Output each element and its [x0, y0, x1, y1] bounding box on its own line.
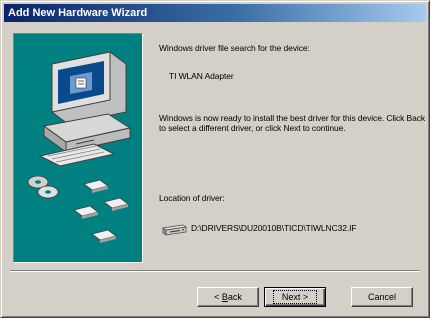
window-title: Add New Hardware Wizard — [8, 7, 148, 19]
back-label-rest: ack — [227, 292, 242, 302]
drive-icon — [161, 223, 187, 237]
back-button[interactable]: < Back — [197, 287, 259, 307]
next-button[interactable]: Next > — [264, 287, 326, 307]
divider — [10, 270, 420, 272]
cancel-button[interactable]: Cancel — [351, 287, 413, 307]
wizard-illustration — [13, 33, 143, 263]
driver-path: D:\DRIVERS\DU20010B\TICD\TIWLNC32.IF — [191, 223, 357, 233]
title-bar[interactable]: Add New Hardware Wizard — [4, 4, 426, 22]
computer-illustration-icon — [27, 51, 132, 243]
next-button-label: Next > — [272, 290, 318, 304]
location-label: Location of driver: — [159, 193, 225, 203]
device-name: TI WLAN Adapter — [169, 71, 234, 81]
back-button-label: < Back — [214, 292, 242, 302]
search-heading: Windows driver file search for the devic… — [159, 43, 310, 53]
back-arrow-text: < — [214, 292, 222, 302]
ready-message: Windows is now ready to install the best… — [159, 113, 426, 133]
wizard-window: Add New Hardware Wizard Windows driver f… — [0, 0, 430, 318]
